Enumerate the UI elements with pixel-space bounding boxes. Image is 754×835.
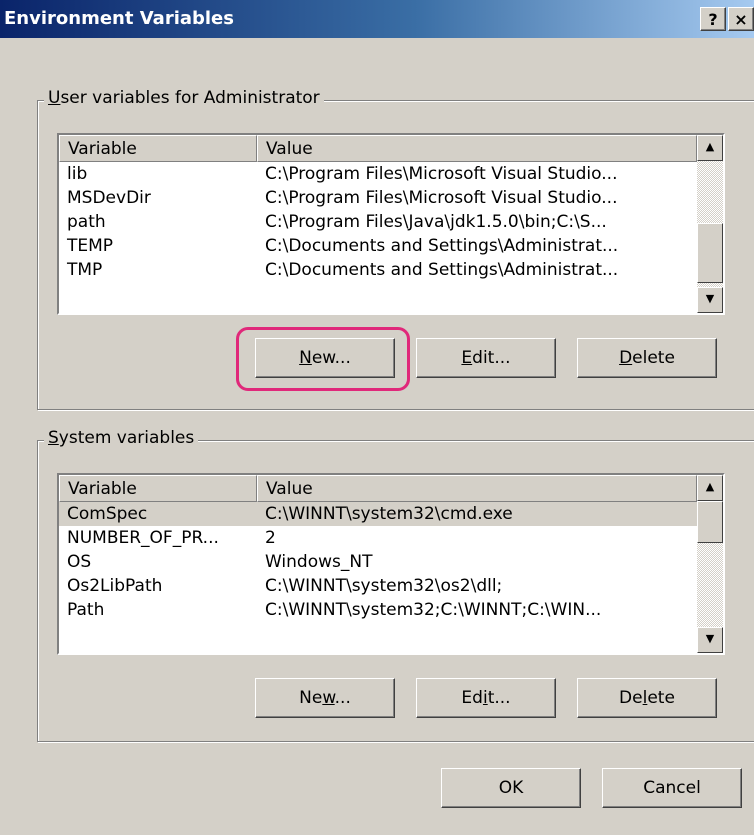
- table-row[interactable]: NUMBER_OF_PR... 2: [59, 526, 697, 550]
- value-cell: C:\WINNT\system32\cmd.exe: [265, 504, 513, 524]
- value-cell: 2: [265, 528, 276, 548]
- list-header: Variable Value: [59, 475, 697, 502]
- system-variables-label: System variables: [44, 428, 199, 448]
- system-variables-list[interactable]: Variable Value ComSpec C:\WINNT\system32…: [57, 473, 725, 655]
- table-row[interactable]: Os2LibPath C:\WINNT\system32\os2\dll;: [59, 574, 697, 598]
- title-bar: Environment Variables ? ×: [0, 0, 754, 38]
- variable-cell: Os2LibPath: [67, 576, 163, 596]
- table-row[interactable]: path C:\Program Files\Java\jdk1.5.0\bin;…: [59, 210, 697, 234]
- table-row[interactable]: OS Windows_NT: [59, 550, 697, 574]
- column-header-variable[interactable]: Variable: [59, 135, 257, 162]
- variable-cell: OS: [67, 552, 92, 572]
- highlight-annotation: [236, 327, 410, 391]
- scroll-down-arrow-icon[interactable]: ▼: [697, 627, 723, 653]
- variable-cell: TEMP: [67, 236, 114, 256]
- user-variables-label: User variables for Administrator: [44, 88, 324, 108]
- cancel-button[interactable]: Cancel: [602, 768, 742, 808]
- value-cell: Windows_NT: [265, 552, 373, 572]
- system-edit-button[interactable]: Edit...: [416, 678, 556, 718]
- scroll-up-arrow-icon[interactable]: ▲: [697, 475, 723, 501]
- variable-cell: lib: [67, 164, 88, 184]
- list-body: lib C:\Program Files\Microsoft Visual St…: [59, 162, 697, 282]
- table-row[interactable]: lib C:\Program Files\Microsoft Visual St…: [59, 162, 697, 186]
- system-new-button[interactable]: New...: [255, 678, 395, 718]
- variable-cell: path: [67, 212, 106, 232]
- variable-cell: NUMBER_OF_PR...: [67, 528, 219, 548]
- value-cell: C:\Documents and Settings\Administrat...: [265, 260, 619, 280]
- value-cell: C:\Program Files\Java\jdk1.5.0\bin;C:\S.…: [265, 212, 607, 232]
- system-delete-button[interactable]: Delete: [577, 678, 717, 718]
- column-header-variable[interactable]: Variable: [59, 475, 257, 502]
- scroll-thumb[interactable]: [697, 223, 723, 283]
- table-row[interactable]: MSDevDir C:\Program Files\Microsoft Visu…: [59, 186, 697, 210]
- variable-cell: TMP: [67, 260, 103, 280]
- table-row-selected[interactable]: ComSpec C:\WINNT\system32\cmd.exe: [59, 502, 697, 526]
- user-delete-button[interactable]: Delete: [577, 338, 717, 378]
- vertical-scrollbar[interactable]: ▲ ▼: [697, 475, 723, 653]
- table-row[interactable]: TMP C:\Documents and Settings\Administra…: [59, 258, 697, 282]
- close-button[interactable]: ×: [728, 7, 754, 31]
- variable-cell: Path: [67, 600, 105, 620]
- list-header: Variable Value: [59, 135, 697, 162]
- variable-cell: ComSpec: [67, 504, 148, 524]
- user-edit-button[interactable]: Edit...: [416, 338, 556, 378]
- help-button[interactable]: ?: [700, 7, 726, 31]
- window-title: Environment Variables: [4, 8, 234, 29]
- vertical-scrollbar[interactable]: ▲ ▼: [697, 135, 723, 313]
- column-header-value[interactable]: Value: [257, 135, 697, 162]
- table-row[interactable]: TEMP C:\Documents and Settings\Administr…: [59, 234, 697, 258]
- table-row[interactable]: Path C:\WINNT\system32;C:\WINNT;C:\WIN..…: [59, 598, 697, 622]
- value-cell: C:\Program Files\Microsoft Visual Studio…: [265, 164, 618, 184]
- value-cell: C:\Program Files\Microsoft Visual Studio…: [265, 188, 618, 208]
- value-cell: C:\Documents and Settings\Administrat...: [265, 236, 619, 256]
- variable-cell: MSDevDir: [67, 188, 151, 208]
- ok-button[interactable]: OK: [441, 768, 581, 808]
- value-cell: C:\WINNT\system32\os2\dll;: [265, 576, 503, 596]
- value-cell: C:\WINNT\system32;C:\WINNT;C:\WIN...: [265, 600, 602, 620]
- user-variables-list[interactable]: Variable Value lib C:\Program Files\Micr…: [57, 133, 725, 315]
- column-header-value[interactable]: Value: [257, 475, 697, 502]
- scroll-thumb[interactable]: [697, 501, 723, 543]
- scroll-up-arrow-icon[interactable]: ▲: [697, 135, 723, 161]
- list-body: ComSpec C:\WINNT\system32\cmd.exe NUMBER…: [59, 502, 697, 622]
- scroll-down-arrow-icon[interactable]: ▼: [697, 287, 723, 313]
